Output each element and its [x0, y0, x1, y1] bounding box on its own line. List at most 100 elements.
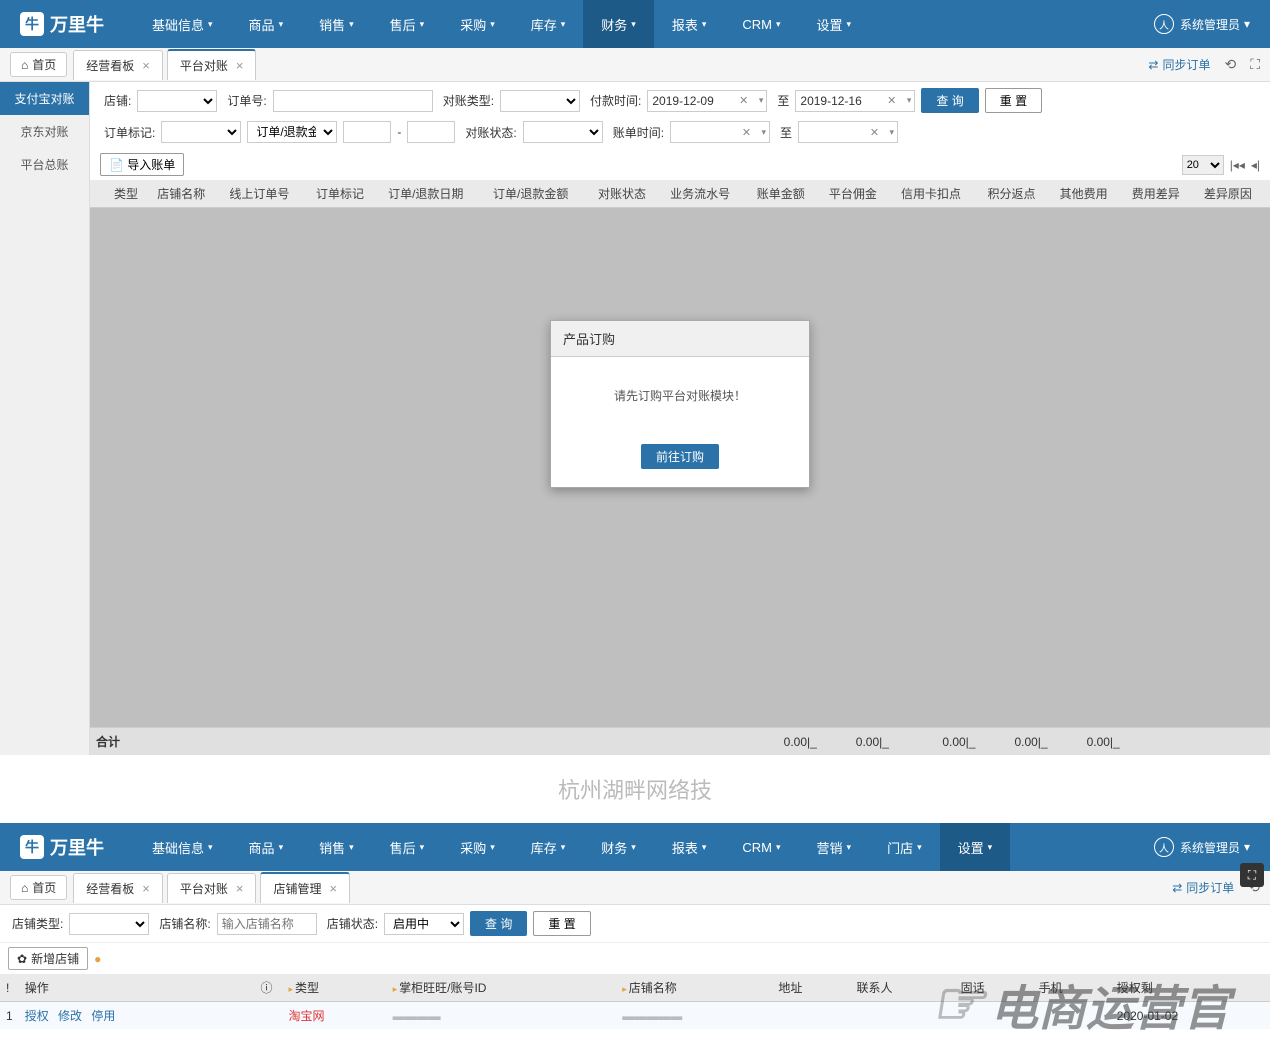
nav-menu: 基础信息▾ 商品▾ 销售▾ 售后▾ 采购▾ 库存▾ 财务▾ 报表▾ CRM▾ 设…: [134, 0, 1144, 48]
shop-status-select[interactable]: 启用中: [384, 913, 464, 935]
query-button-2[interactable]: 查 询: [470, 911, 527, 936]
th2-info[interactable]: ⓘ: [254, 974, 282, 1002]
clear-icon[interactable]: ✕: [739, 94, 748, 107]
user-icon: 人: [1154, 14, 1174, 34]
th2-ops[interactable]: 操作: [19, 974, 255, 1002]
nav-stock[interactable]: 库存▾: [513, 0, 584, 48]
add-shop-button[interactable]: ✿新增店铺: [8, 947, 88, 970]
logo-icon: 牛: [20, 12, 44, 36]
content-area: 店铺: 订单号: 对账类型: 付款时间: 2019-12-09✕▾ 至 2019…: [90, 82, 1270, 755]
home-tab[interactable]: ⌂首页: [10, 52, 67, 77]
nav2-stock[interactable]: 库存▾: [513, 823, 584, 871]
user-icon: 人: [1154, 837, 1174, 857]
nav-purchase[interactable]: 采购▾: [442, 0, 513, 48]
tab-close-icon[interactable]: ×: [330, 881, 338, 896]
recon-status-label: 对账状态:: [465, 124, 516, 141]
nav-aftersale[interactable]: 售后▾: [372, 0, 443, 48]
nav-settings[interactable]: 设置▾: [799, 0, 870, 48]
tab-close-icon[interactable]: ×: [236, 58, 244, 73]
user-menu-2[interactable]: 人 系统管理员▾: [1144, 837, 1260, 857]
tab-close-icon[interactable]: ×: [236, 881, 244, 896]
query-button[interactable]: 查 询: [921, 88, 978, 113]
logo: 牛 万里牛: [10, 11, 134, 37]
nav2-settings[interactable]: 设置▾: [940, 823, 1011, 871]
fullscreen-icon-2[interactable]: ⛶: [1240, 863, 1264, 887]
row-type: 淘宝网: [282, 1002, 386, 1030]
clear-icon[interactable]: ✕: [742, 126, 751, 139]
nav2-aftersale[interactable]: 售后▾: [372, 823, 443, 871]
order-no-input[interactable]: [273, 90, 433, 112]
tab2-platform-recon[interactable]: 平台对账×: [167, 873, 257, 903]
reset-button-2[interactable]: 重 置: [533, 911, 590, 936]
tab-dashboard[interactable]: 经营看板×: [73, 50, 163, 80]
sidebar-platform-total[interactable]: 平台总账: [0, 148, 89, 181]
tab-close-icon[interactable]: ×: [142, 58, 150, 73]
nav-finance[interactable]: 财务▾: [583, 0, 654, 48]
chevron-down-icon: ▾: [762, 127, 767, 138]
nav-sales[interactable]: 销售▾: [301, 0, 372, 48]
tab2-shop-manage[interactable]: 店铺管理×: [260, 872, 350, 903]
clear-icon[interactable]: ✕: [887, 94, 896, 107]
nav2-sales[interactable]: 销售▾: [301, 823, 372, 871]
pay-date-from[interactable]: 2019-12-09✕▾: [647, 90, 767, 112]
nav2-crm[interactable]: CRM▾: [724, 823, 798, 871]
warning-icon: ●: [94, 952, 101, 966]
tabs-row-2: ⌂首页 经营看板× 平台对账× 店铺管理× ⇄ 同步订单 ⟲: [0, 871, 1270, 905]
chevron-down-icon: ▾: [890, 127, 895, 138]
nav2-report[interactable]: 报表▾: [654, 823, 725, 871]
sidebar-jd[interactable]: 京东对账: [0, 115, 89, 148]
tab-platform-recon[interactable]: 平台对账×: [167, 49, 257, 80]
th2-addr[interactable]: 地址: [772, 974, 850, 1002]
sync-orders-link[interactable]: ⇄ 同步订单: [1148, 56, 1210, 73]
nav2-marketing[interactable]: 营销▾: [799, 823, 870, 871]
tab2-dashboard[interactable]: 经营看板×: [73, 873, 163, 903]
recon-type-label: 对账类型:: [443, 92, 494, 109]
shop-select[interactable]: [137, 90, 217, 112]
th2-type[interactable]: ▸类型: [282, 974, 386, 1002]
sidebar: 支付宝对账 京东对账 平台总账: [0, 82, 90, 755]
modal-title: 产品订购: [551, 321, 809, 357]
filter-row-shop: 店铺类型: 店铺名称: 店铺状态: 启用中 查 询 重 置: [0, 905, 1270, 943]
nav-crm[interactable]: CRM▾: [724, 0, 798, 48]
nav-basic[interactable]: 基础信息▾: [134, 0, 231, 48]
top-navbar-2: 牛 万里牛 基础信息▾ 商品▾ 销售▾ 售后▾ 采购▾ 库存▾ 财务▾ 报表▾ …: [0, 823, 1270, 871]
tab-close-icon[interactable]: ×: [142, 881, 150, 896]
bill-time-label: 账单时间:: [613, 124, 664, 141]
home-tab-2[interactable]: ⌂首页: [10, 875, 67, 900]
recon-type-select[interactable]: [500, 90, 580, 112]
fullscreen-icon[interactable]: ⛶: [1250, 56, 1260, 73]
op-auth[interactable]: 授权: [25, 1009, 49, 1023]
logo-icon: 牛: [20, 835, 44, 859]
order-no-label: 订单号:: [227, 92, 266, 109]
th2-shopname[interactable]: ▸店铺名称: [616, 974, 772, 1002]
nav-report[interactable]: 报表▾: [654, 0, 725, 48]
clear-icon[interactable]: ✕: [870, 126, 879, 139]
user-menu[interactable]: 人 系统管理员▾: [1144, 14, 1260, 34]
reset-button[interactable]: 重 置: [985, 88, 1042, 113]
go-subscribe-button[interactable]: 前往订购: [641, 444, 719, 469]
th2-ww[interactable]: ▸掌柜旺旺/账号ID: [387, 974, 617, 1002]
user-label: 系统管理员: [1180, 16, 1240, 33]
tabs-row: ⌂首页 经营看板× 平台对账× ⇄ 同步订单 ⟲ ⛶: [0, 48, 1270, 82]
nav2-basic[interactable]: 基础信息▾: [134, 823, 231, 871]
nav2-purchase[interactable]: 采购▾: [442, 823, 513, 871]
refresh-icon[interactable]: ⟲: [1224, 56, 1236, 73]
order-mark-label: 订单标记:: [104, 124, 155, 141]
shop-type-select[interactable]: [69, 913, 149, 935]
nav2-finance[interactable]: 财务▾: [583, 823, 654, 871]
sidebar-alipay[interactable]: 支付宝对账: [0, 82, 89, 115]
gear-icon: ✿: [17, 952, 27, 966]
op-disable[interactable]: 停用: [91, 1009, 115, 1023]
sync-orders-link-2[interactable]: ⇄ 同步订单: [1172, 879, 1234, 896]
nav-product[interactable]: 商品▾: [231, 0, 302, 48]
pay-date-to[interactable]: 2019-12-16✕▾: [795, 90, 915, 112]
pay-time-label: 付款时间:: [590, 92, 641, 109]
logo-text: 万里牛: [50, 11, 104, 37]
nav2-product[interactable]: 商品▾: [231, 823, 302, 871]
shop-label: 店铺:: [104, 92, 131, 109]
logo-2: 牛 万里牛: [10, 834, 134, 860]
nav2-store[interactable]: 门店▾: [869, 823, 940, 871]
th2-check[interactable]: !: [0, 974, 19, 1002]
shop-name-input[interactable]: [217, 913, 317, 935]
op-edit[interactable]: 修改: [58, 1009, 82, 1023]
